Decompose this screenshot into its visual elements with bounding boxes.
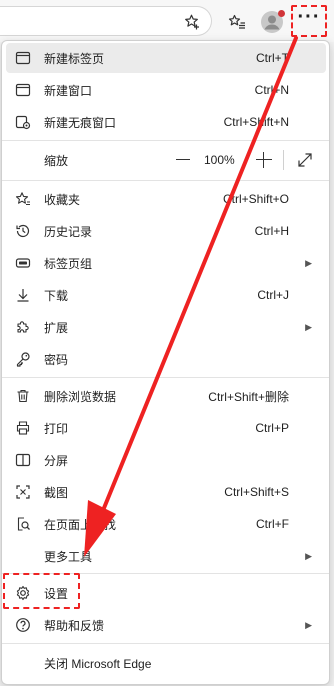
history-icon — [14, 222, 32, 240]
new-window-icon — [14, 81, 32, 99]
menu-item-shortcut: Ctrl+F — [256, 517, 289, 531]
menu-item-label: 删除浏览数据 — [44, 389, 117, 404]
menu-item-label: 扩展 — [44, 320, 69, 335]
menu-item-shortcut: Ctrl+Shift+O — [222, 192, 289, 206]
notification-dot — [278, 10, 285, 17]
zoom-out-button[interactable] — [176, 159, 190, 161]
menu-item-history[interactable]: 历史记录 Ctrl+H — [6, 216, 326, 246]
zoom-label: 缩放 — [44, 153, 69, 168]
menu-item-clear-browsing-data[interactable]: 删除浏览数据 Ctrl+Shift+删除 — [6, 381, 326, 411]
menu-item-split-screen[interactable]: 分屏 — [6, 445, 326, 475]
zoom-level-value: 100% — [204, 153, 235, 167]
download-icon — [14, 286, 32, 304]
menu-item-shortcut: Ctrl+J — [257, 288, 289, 302]
menu-item-help-and-feedback[interactable]: 帮助和反馈 ▶ — [6, 610, 326, 640]
menu-item-label: 截图 — [44, 485, 69, 500]
menu-item-shortcut: Ctrl+Shift+删除 — [208, 389, 289, 404]
menu-item-label: 新建无痕窗口 — [44, 115, 117, 130]
help-icon — [14, 616, 32, 634]
menu-item-zoom: 缩放 100% — [6, 145, 326, 175]
find-on-page-icon — [14, 515, 32, 533]
menu-item-label: 历史记录 — [44, 224, 93, 239]
menu-item-downloads[interactable]: 下载 Ctrl+J — [6, 280, 326, 310]
menu-item-more-tools[interactable]: 更多工具 ▶ — [6, 541, 326, 571]
more-options-button[interactable]: ··· — [291, 5, 327, 37]
menu-item-new-tab[interactable]: 新建标签页 Ctrl+T — [6, 43, 326, 73]
submenu-arrow-icon: ▶ — [305, 550, 312, 561]
menu-item-shortcut: Ctrl+H — [254, 224, 289, 238]
menu-item-extensions[interactable]: 扩展 ▶ — [6, 312, 326, 342]
submenu-arrow-icon: ▶ — [305, 619, 312, 630]
favorite-star-icon[interactable] — [180, 9, 206, 35]
profile-avatar-icon[interactable] — [258, 8, 286, 36]
menu-item-new-window[interactable]: 新建窗口 Ctrl+N — [6, 75, 326, 105]
menu-item-label: 新建窗口 — [44, 83, 93, 98]
menu-divider — [2, 140, 329, 141]
menu-item-label: 密码 — [44, 352, 69, 367]
menu-item-label: 打印 — [44, 421, 69, 436]
puzzle-extension-icon — [14, 318, 32, 336]
browser-toolbar: ··· — [0, 0, 334, 42]
menu-item-shortcut: Ctrl+P — [255, 421, 289, 435]
menu-item-close-edge[interactable]: 关闭 Microsoft Edge — [6, 648, 326, 678]
menu-item-label: 更多工具 — [44, 549, 93, 564]
zoom-divider — [283, 150, 284, 170]
menu-item-favorites[interactable]: 收藏夹 Ctrl+Shift+O — [6, 184, 326, 214]
menu-item-screenshot[interactable]: 截图 Ctrl+Shift+S — [6, 477, 326, 507]
menu-item-print[interactable]: 打印 Ctrl+P — [6, 413, 326, 443]
menu-item-shortcut: Ctrl+N — [254, 83, 289, 97]
submenu-arrow-icon: ▶ — [305, 321, 312, 332]
menu-divider — [2, 643, 329, 644]
menu-item-shortcut: Ctrl+Shift+N — [223, 115, 289, 129]
key-icon — [14, 350, 32, 368]
menu-item-shortcut: Ctrl+Shift+S — [224, 485, 289, 499]
more-options-highlight — [291, 5, 327, 37]
menu-item-new-inprivate-window[interactable]: 新建无痕窗口 Ctrl+Shift+N — [6, 107, 326, 137]
collections-icon[interactable] — [224, 9, 250, 35]
trash-icon — [14, 387, 32, 405]
menu-item-passwords[interactable]: 密码 — [6, 344, 326, 374]
menu-divider — [2, 180, 329, 181]
menu-item-label: 关闭 Microsoft Edge — [44, 656, 152, 671]
new-tab-icon — [14, 49, 32, 67]
menu-divider — [2, 377, 329, 378]
fullscreen-icon[interactable] — [296, 151, 314, 169]
submenu-arrow-icon: ▶ — [305, 257, 312, 268]
menu-item-label: 下载 — [44, 288, 69, 303]
split-screen-icon — [14, 451, 32, 469]
inprivate-window-icon — [14, 113, 32, 131]
menu-item-shortcut: Ctrl+T — [256, 51, 289, 65]
menu-item-tab-groups[interactable]: 标签页组 ▶ — [6, 248, 326, 278]
zoom-in-button[interactable] — [256, 152, 272, 168]
menu-item-label: 帮助和反馈 — [44, 618, 105, 633]
menu-item-label: 新建标签页 — [44, 51, 105, 66]
menu-item-label: 分屏 — [44, 453, 69, 468]
printer-icon — [14, 419, 32, 437]
favorites-icon — [14, 190, 32, 208]
menu-item-label: 收藏夹 — [44, 192, 81, 207]
screenshot-icon — [14, 483, 32, 501]
menu-item-label: 标签页组 — [44, 256, 93, 271]
menu-item-find-on-page[interactable]: 在页面上查找 Ctrl+F — [6, 509, 326, 539]
menu-item-label: 在页面上查找 — [44, 517, 117, 532]
settings-highlight-box — [3, 573, 80, 609]
tab-groups-icon — [14, 254, 32, 272]
